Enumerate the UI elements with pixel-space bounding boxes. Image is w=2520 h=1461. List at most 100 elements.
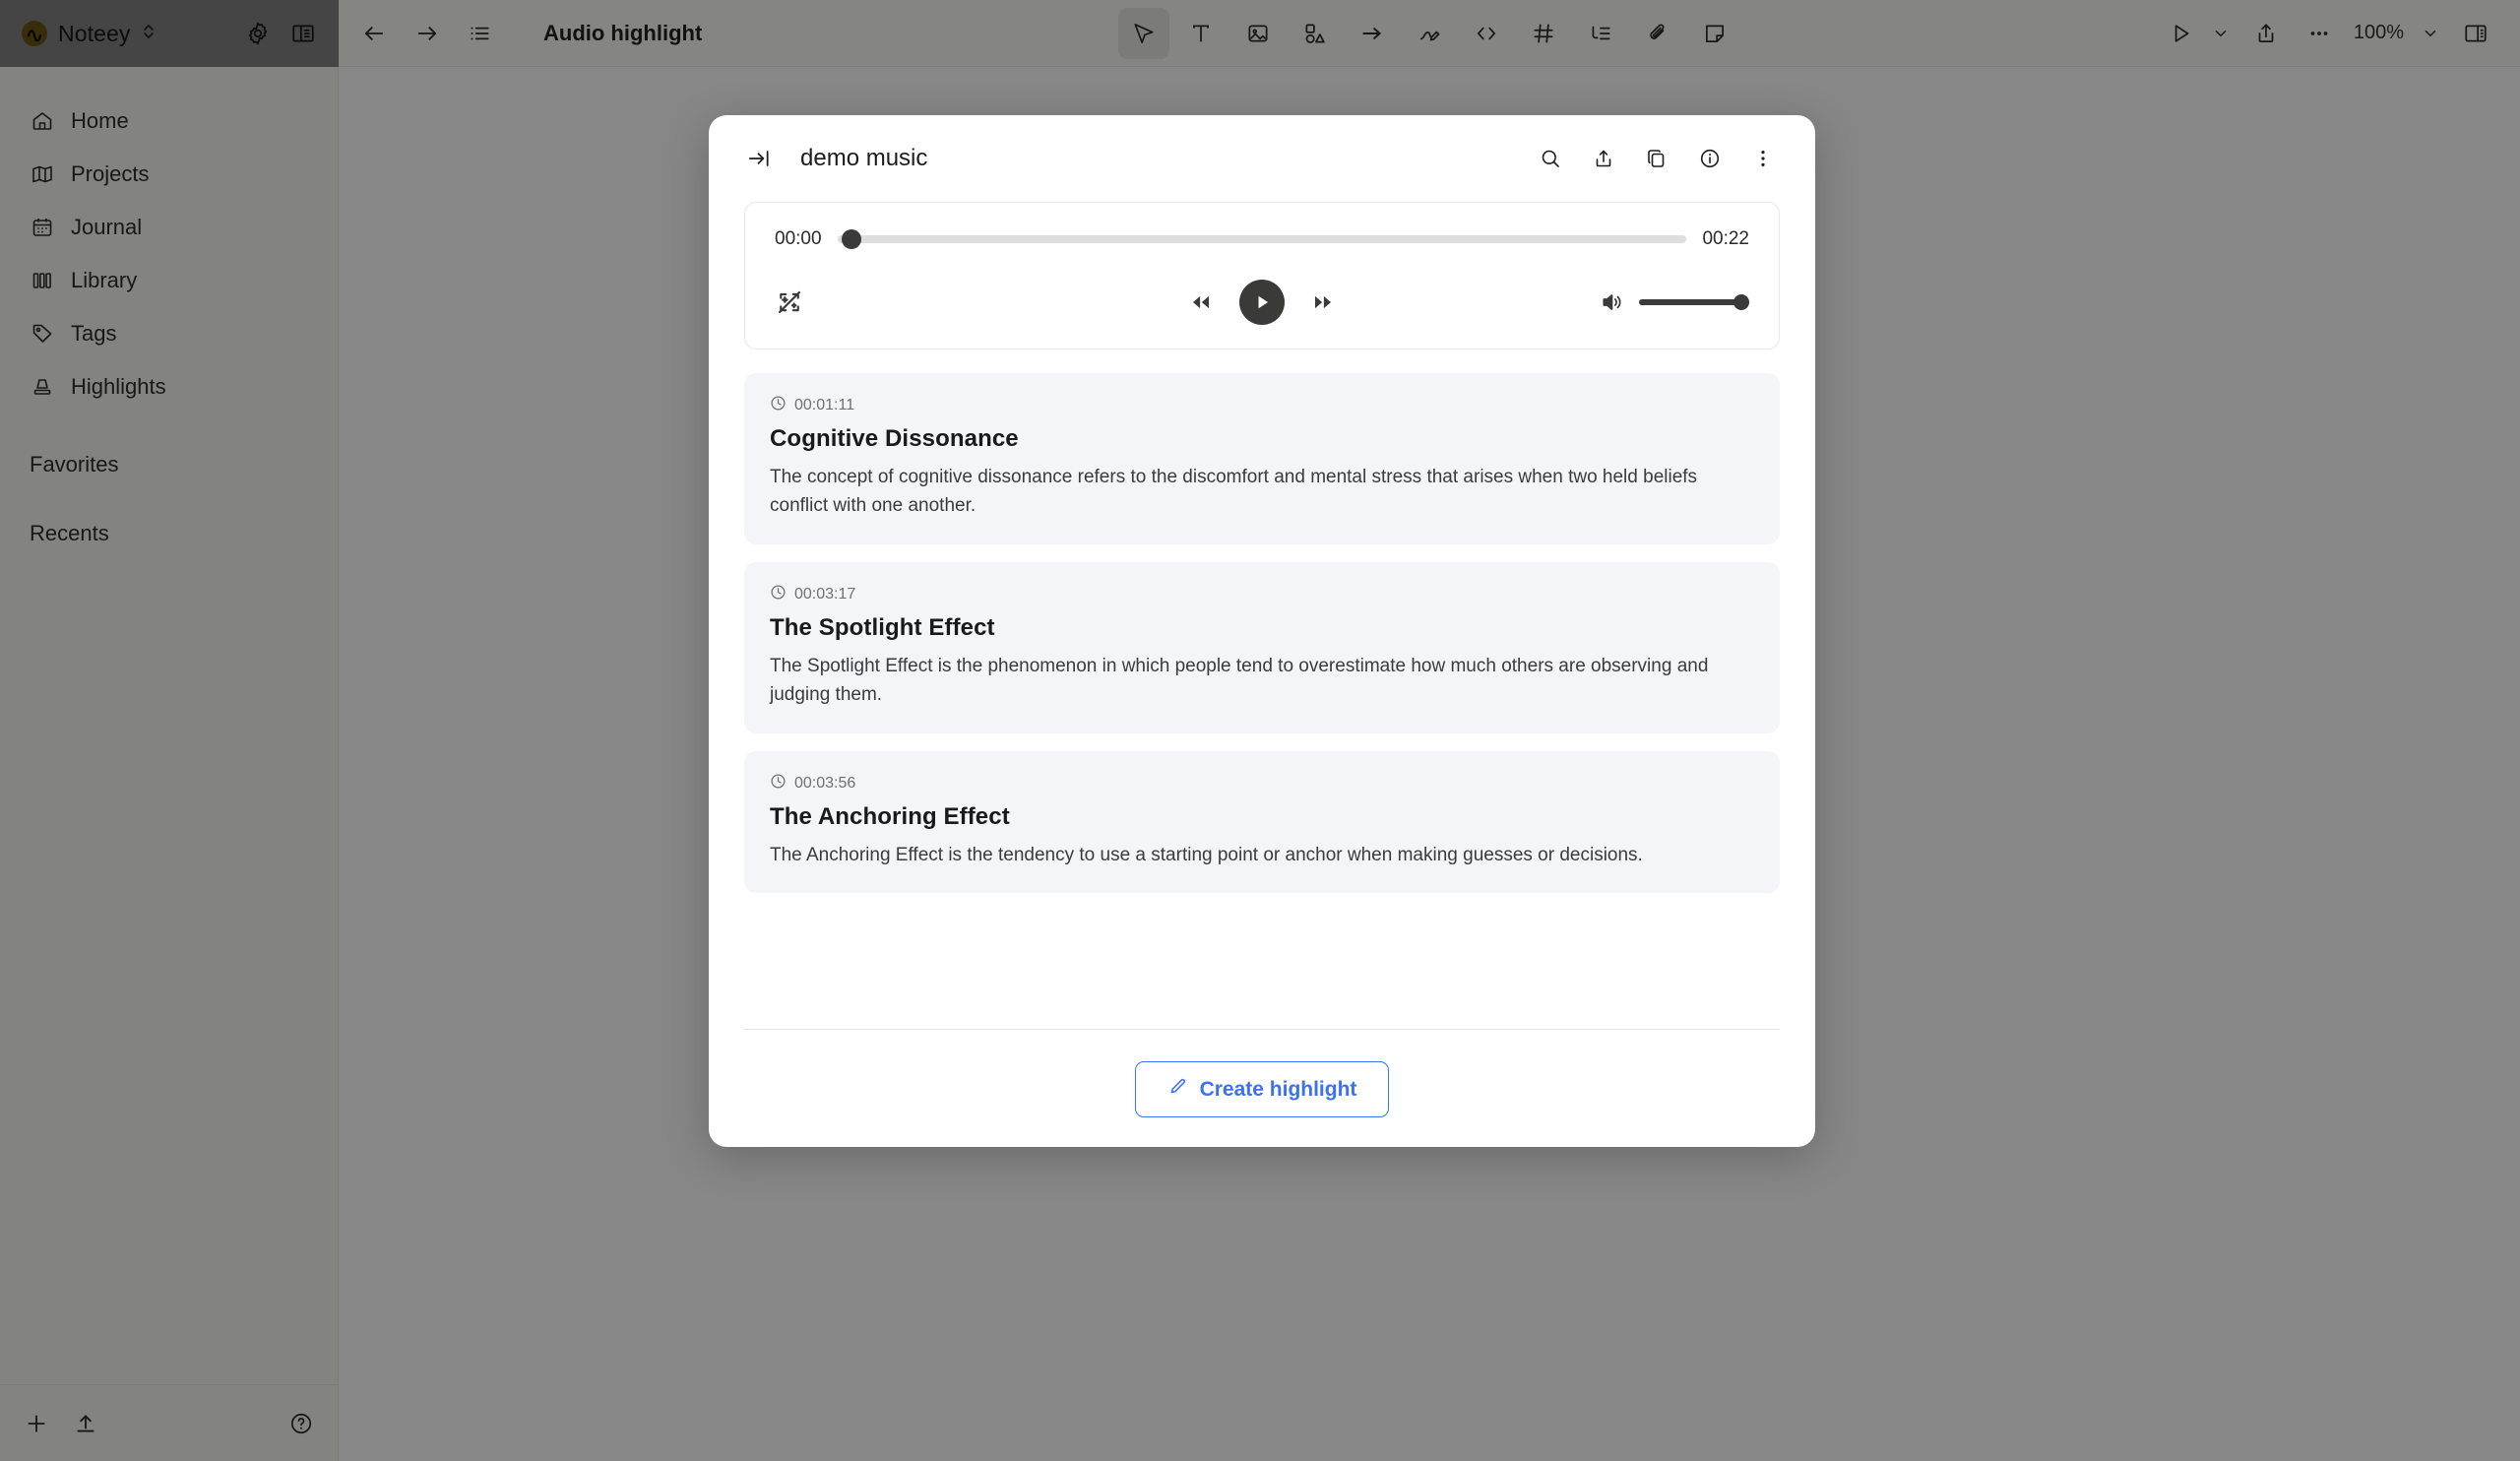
text-tool[interactable] [1175,8,1227,59]
note-tool[interactable] [1689,8,1740,59]
tag-icon [30,321,55,347]
footer-actions: Create highlight [709,1030,1815,1117]
pencil-icon [1167,1076,1188,1103]
map-icon [30,161,55,187]
back-arrow-icon[interactable] [360,20,388,47]
sidebar-item-highlights[interactable]: Highlights [0,360,338,413]
modal-actions [1534,142,1780,175]
highlight-timestamp: 00:01:11 [794,397,855,413]
highlight-body: The Spotlight Effect is the phenomenon i… [770,655,1709,706]
outline-list-icon[interactable] [467,21,492,46]
highlight-body: The Anchoring Effect is the tendency to … [770,844,1643,865]
play-button[interactable] [1239,280,1285,325]
sidebar-item-label: Projects [71,161,150,186]
volume-slider[interactable] [1639,293,1749,311]
clock-icon [770,584,787,605]
sidebar-item-tags[interactable]: Tags [0,307,338,360]
volume-thumb[interactable] [1733,294,1749,310]
topbar-left: Audio highlight [360,20,702,47]
app-root: Noteey Home Projects Journal Library Tag… [0,0,2520,1461]
fast-forward-icon[interactable] [1310,289,1336,315]
highlight-card[interactable]: 00:03:17 The Spotlight Effect The Spotli… [744,561,1780,733]
present-group [2159,11,2236,56]
highlight-card[interactable]: 00:03:56 The Anchoring Effect The Anchor… [744,750,1780,894]
sidebar-section-recents[interactable]: Recents [0,508,338,559]
zoom-chevron-down-icon[interactable] [2416,14,2445,53]
create-highlight-label: Create highlight [1199,1077,1357,1101]
transcribe-off-icon[interactable] [775,287,804,317]
modal-footer: Create highlight [709,1029,1815,1147]
sidebar-section-label: Recents [30,521,109,545]
tool-palette [1118,7,1740,59]
transport-right [1513,289,1749,315]
help-icon[interactable] [288,1411,314,1436]
modal-header: demo music [709,115,1815,202]
highlight-body: The concept of cognitive dissonance refe… [770,467,1698,517]
search-icon[interactable] [1534,142,1567,175]
share-upload-icon[interactable] [1587,142,1620,175]
clock-icon [770,395,787,416]
share-upload-icon[interactable] [2243,11,2289,56]
sidebar-item-library[interactable]: Library [0,254,338,307]
workspace-switcher[interactable]: Noteey [22,21,235,47]
sidebar: Noteey Home Projects Journal Library Tag… [0,0,339,1461]
audio-player: 00:00 00:22 [744,202,1780,349]
plus-icon[interactable] [24,1411,49,1436]
collapse-panel-icon[interactable] [742,142,776,175]
highlight-timestamp-row: 00:03:56 [770,773,1754,794]
sidebar-section-label: Favorites [30,452,119,476]
arrow-tool[interactable] [1347,8,1398,59]
home-icon [30,108,55,134]
table-tool[interactable] [1518,8,1569,59]
sidebar-item-label: Home [71,108,129,133]
present-play-icon[interactable] [2159,11,2204,56]
clock-icon [770,773,787,794]
highlight-timestamp-row: 00:03:17 [770,584,1754,605]
seek-thumb[interactable] [841,229,861,249]
upload-icon[interactable] [73,1411,98,1436]
sidebar-footer [0,1384,338,1461]
copy-icon[interactable] [1640,142,1673,175]
sidebar-item-projects[interactable]: Projects [0,148,338,201]
sidebar-header: Noteey [0,0,338,67]
present-chevron-down-icon[interactable] [2206,14,2236,53]
highlight-title: Cognitive Dissonance [770,425,1019,452]
highlight-timestamp-row: 00:01:11 [770,395,1754,416]
right-panel-toggle-icon[interactable] [2453,11,2498,56]
current-time-label: 00:00 [775,228,822,249]
seek-slider[interactable] [837,228,1687,250]
forward-arrow-icon[interactable] [413,20,441,47]
shapes-tool[interactable] [1290,8,1341,59]
topbar-right: 100% [2159,11,2498,56]
cursor-tool[interactable] [1118,7,1169,59]
info-icon[interactable] [1693,142,1727,175]
zoom-level-label[interactable]: 100% [2350,22,2408,44]
sidebar-item-journal[interactable]: Journal [0,201,338,254]
sidebar-section-favorites[interactable]: Favorites [0,439,338,490]
sidebar-item-label: Tags [71,321,117,346]
create-highlight-button[interactable]: Create highlight [1134,1061,1390,1117]
image-tool[interactable] [1232,8,1284,59]
sidebar-header-actions [245,21,316,46]
toggle-sidebar-icon[interactable] [290,21,316,46]
code-tool[interactable] [1461,8,1512,59]
pen-tool[interactable] [1404,8,1455,59]
rewind-icon[interactable] [1188,289,1214,315]
calendar-icon [30,215,55,240]
sidebar-item-home[interactable]: Home [0,95,338,148]
transport-left [775,287,1011,317]
highlight-title: The Anchoring Effect [770,802,1010,830]
chevron-updown-icon [141,21,157,47]
volume-icon[interactable] [1600,289,1625,315]
seek-row: 00:00 00:22 [775,228,1749,250]
settings-gear-icon[interactable] [245,21,271,46]
highlight-card[interactable]: 00:01:11 Cognitive Dissonance The concep… [744,373,1780,544]
attachment-tool[interactable] [1632,8,1683,59]
topbar: Audio highlight 100% [339,0,2520,67]
highlight-timestamp: 00:03:56 [794,774,856,792]
more-vertical-icon[interactable] [1746,142,1780,175]
transport-center [1011,280,1513,325]
list-tool[interactable] [1575,8,1626,59]
workspace-name: Noteey [58,20,131,46]
more-horizontal-icon[interactable] [2297,11,2342,56]
